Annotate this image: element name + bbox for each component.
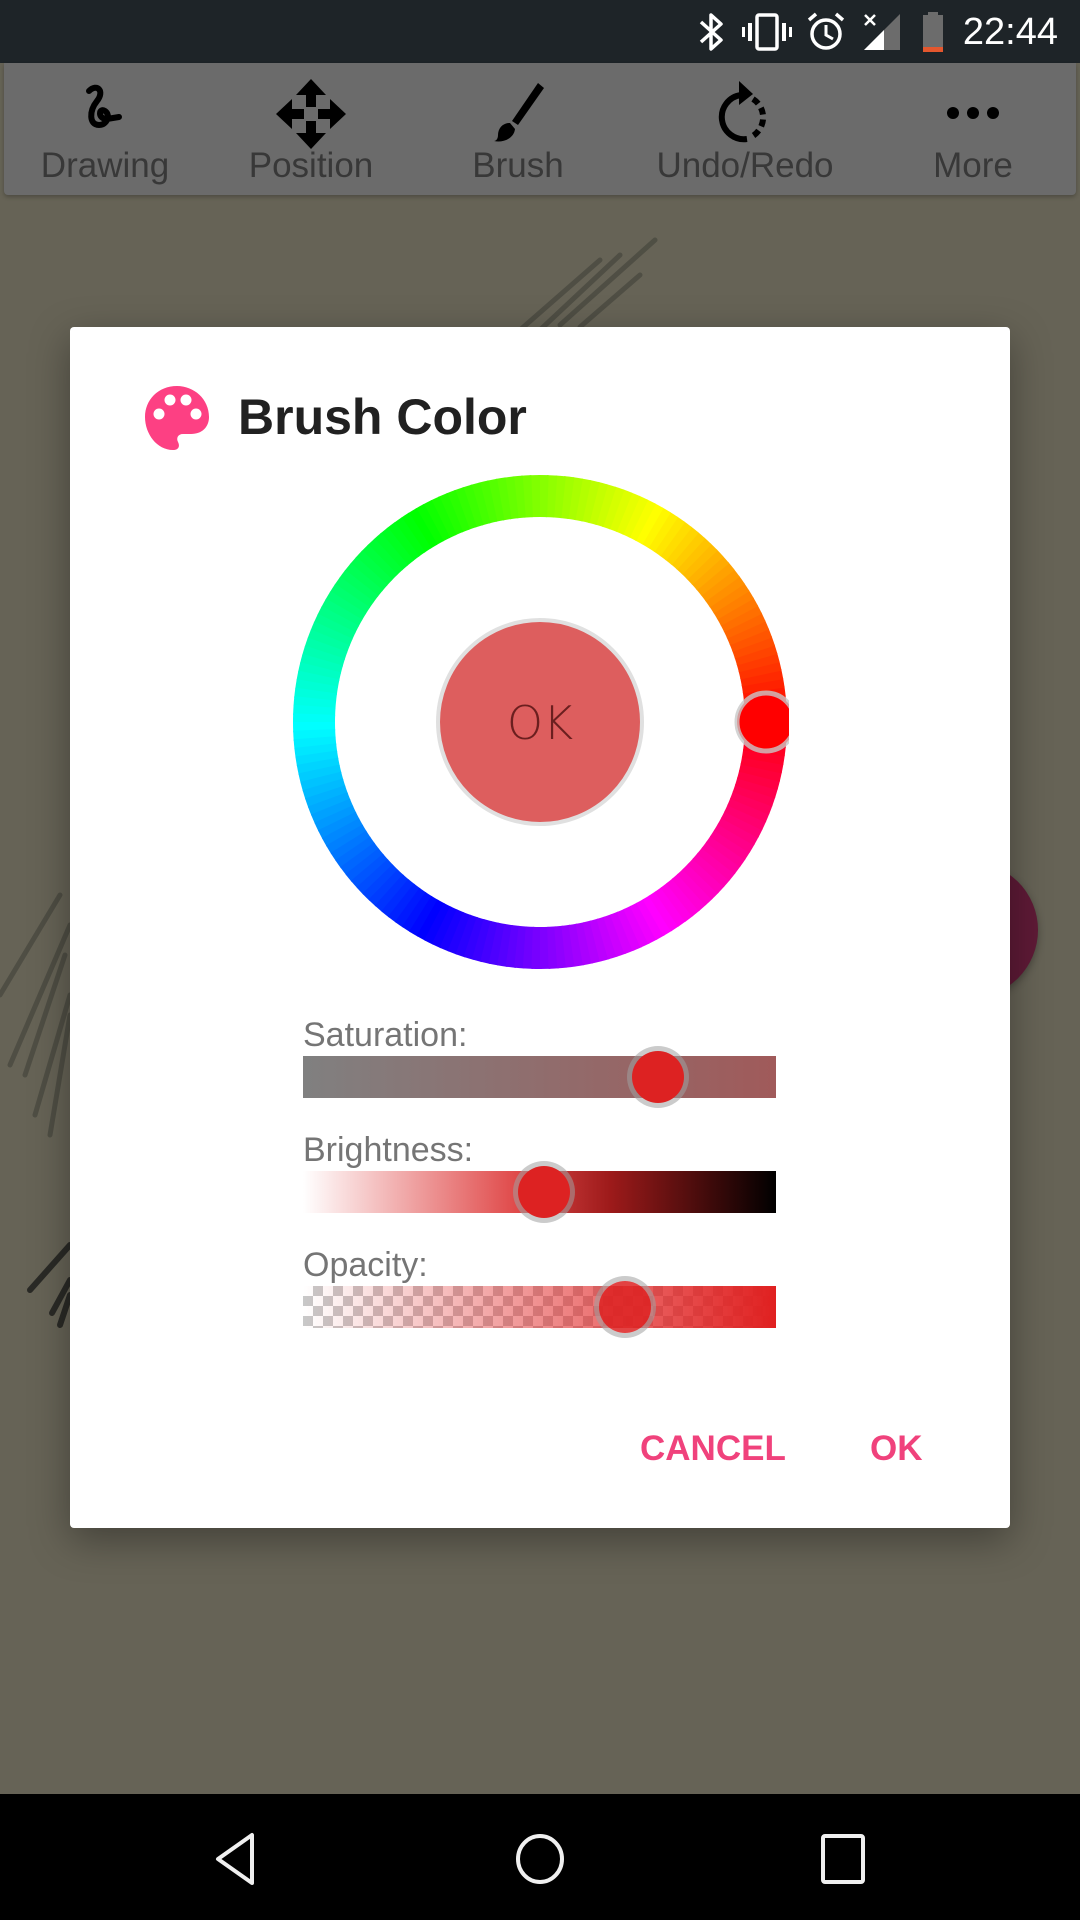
toolbar-brush-button[interactable]: Brush bbox=[428, 63, 608, 195]
toolbar-undo-redo-label: Undo/Redo bbox=[656, 146, 834, 185]
battery-low-icon bbox=[923, 12, 943, 52]
back-icon[interactable] bbox=[212, 1832, 262, 1886]
redo-icon bbox=[718, 81, 767, 143]
cancel-button[interactable]: CANCEL bbox=[640, 1427, 786, 1471]
brush-color-dialog: Brush Color OK Saturation: Brightness: O… bbox=[70, 327, 1010, 1528]
clock: 22:44 bbox=[962, 11, 1058, 53]
alarm-icon bbox=[807, 12, 845, 50]
drawing-squiggle-icon bbox=[86, 84, 122, 129]
hue-thumb[interactable] bbox=[734, 690, 789, 754]
brush-icon bbox=[494, 83, 544, 142]
color-preview-ok-label: OK bbox=[507, 696, 573, 750]
color-preview-ok-button[interactable]: OK bbox=[436, 618, 644, 826]
toolbar-drawing-button[interactable]: Drawing bbox=[15, 63, 195, 195]
ok-button[interactable]: OK bbox=[870, 1427, 923, 1471]
toolbar-drawing-label: Drawing bbox=[40, 146, 170, 185]
more-dots-icon bbox=[947, 107, 999, 119]
opacity-label: Opacity: bbox=[303, 1246, 428, 1284]
palette-icon bbox=[145, 386, 209, 450]
saturation-slider[interactable] bbox=[303, 1051, 776, 1103]
toolbar-brush-label: Brush bbox=[472, 146, 564, 185]
sketch-dark-strokes bbox=[27, 1242, 73, 1328]
saturation-slider-thumb[interactable] bbox=[631, 1051, 684, 1103]
recents-icon[interactable] bbox=[819, 1832, 867, 1886]
opacity-slider[interactable] bbox=[303, 1281, 776, 1333]
brightness-label: Brightness: bbox=[303, 1131, 474, 1169]
toolbar: Drawing Position Brush Undo/Redo More bbox=[4, 63, 1076, 195]
navigation-bar bbox=[0, 1794, 1080, 1920]
hue-color-wheel[interactable]: OK bbox=[291, 473, 789, 971]
toolbar-more-label: More bbox=[933, 146, 1013, 185]
vibrate-icon bbox=[742, 13, 792, 51]
saturation-label: Saturation: bbox=[303, 1016, 468, 1054]
brightness-slider-thumb[interactable] bbox=[518, 1166, 571, 1218]
brightness-slider[interactable] bbox=[303, 1166, 776, 1218]
bluetooth-icon bbox=[699, 13, 723, 51]
move-arrows-icon bbox=[276, 79, 346, 149]
status-bar: 22:44 bbox=[0, 0, 1080, 63]
toolbar-undo-redo-button[interactable]: Undo/Redo bbox=[655, 63, 835, 195]
toolbar-more-button[interactable]: More bbox=[883, 63, 1063, 195]
opacity-slider-thumb[interactable] bbox=[598, 1281, 651, 1333]
home-icon[interactable] bbox=[514, 1832, 566, 1886]
toolbar-position-label: Position bbox=[248, 146, 374, 185]
toolbar-position-button[interactable]: Position bbox=[221, 63, 401, 195]
signal-no-service-icon bbox=[864, 14, 900, 50]
dialog-title: Brush Color bbox=[238, 389, 527, 445]
